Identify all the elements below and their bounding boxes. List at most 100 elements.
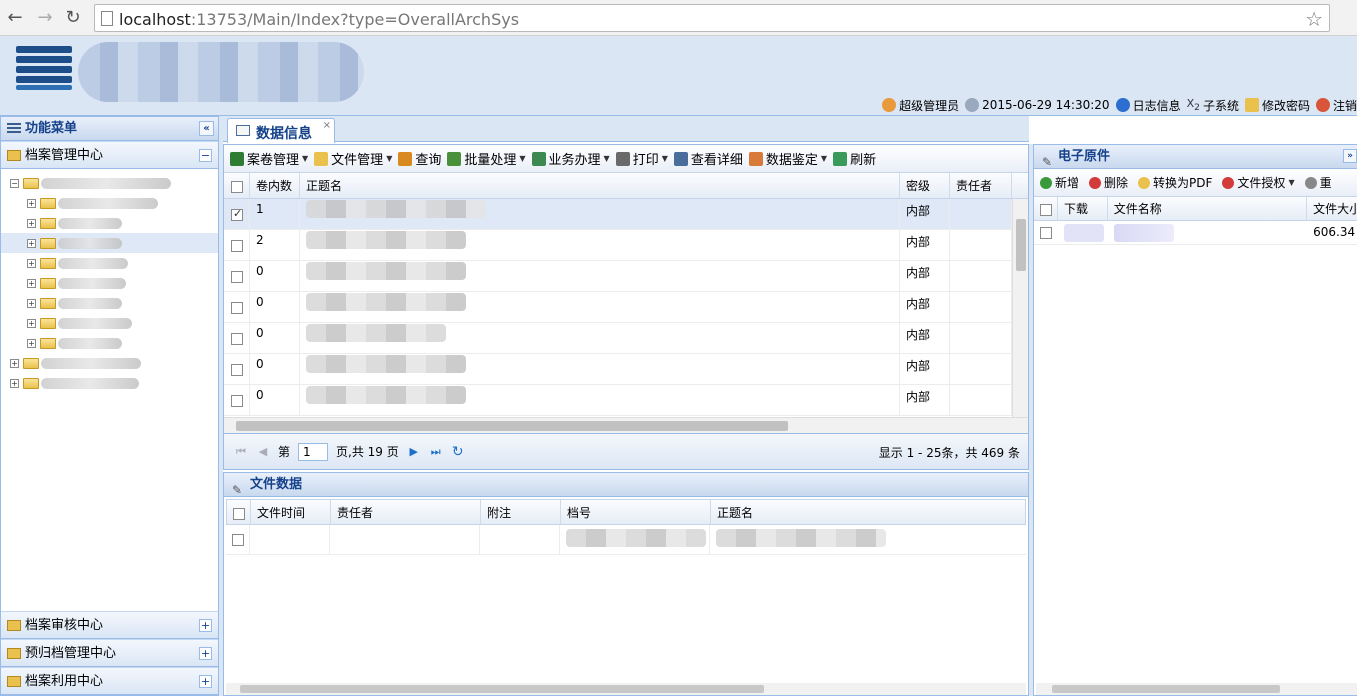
- col-header-file-archive-no[interactable]: 档号: [561, 500, 711, 524]
- toolbar-button-4[interactable]: 业务办理 ▼: [531, 149, 610, 168]
- table-row[interactable]: 1 内部: [224, 199, 1028, 230]
- checkbox-icon[interactable]: [231, 207, 243, 221]
- row-checkbox[interactable]: [224, 354, 250, 384]
- accordion-expand-icon[interactable]: +: [199, 675, 212, 688]
- checkbox-icon[interactable]: [231, 270, 243, 283]
- tree-node[interactable]: +: [1, 273, 218, 293]
- rp-toolbar-button-4[interactable]: 重: [1304, 174, 1332, 191]
- accordion-expand-icon[interactable]: +: [199, 619, 212, 632]
- row-checkbox[interactable]: [224, 199, 250, 229]
- accordion-collapse-icon[interactable]: −: [199, 149, 212, 162]
- toolbar-button-6[interactable]: 查看详细: [673, 149, 743, 168]
- tree-expand-icon[interactable]: +: [27, 339, 36, 348]
- first-page-icon[interactable]: ⏮: [234, 445, 248, 459]
- checkbox-icon[interactable]: [231, 363, 243, 376]
- table-row[interactable]: 606.34: [1034, 221, 1357, 245]
- toolbar-button-7[interactable]: 数据鉴定 ▼: [748, 149, 827, 168]
- table-row[interactable]: 2 内部: [224, 230, 1028, 261]
- prev-page-icon[interactable]: ◀: [256, 445, 270, 459]
- toolbar-button-1[interactable]: 文件管理 ▼: [314, 149, 392, 168]
- col-header-responsible[interactable]: 责任者: [950, 173, 1012, 198]
- accordion-pre-archive[interactable]: 预归档管理中心 +: [1, 639, 218, 667]
- toolbar-button-5[interactable]: 打印 ▼: [615, 149, 668, 168]
- tree-node[interactable]: +: [1, 253, 218, 273]
- file-select-all-checkbox[interactable]: [227, 500, 251, 524]
- cell-download-redacted[interactable]: [1058, 221, 1108, 244]
- forward-arrow-icon[interactable]: →: [34, 7, 56, 29]
- pager-refresh-icon[interactable]: ↻: [451, 445, 465, 459]
- tab-data-info[interactable]: 数据信息 ×: [227, 118, 335, 143]
- table-row[interactable]: [226, 525, 1026, 555]
- tree-expand-icon[interactable]: +: [10, 359, 19, 368]
- col-header-file-size[interactable]: 文件大小: [1307, 197, 1357, 220]
- change-password-link[interactable]: 修改密码: [1244, 97, 1310, 114]
- tree-node[interactable]: +: [1, 213, 218, 233]
- collapse-left-button[interactable]: «: [199, 121, 214, 136]
- last-page-icon[interactable]: ⏭: [429, 445, 443, 459]
- tree-collapse-icon[interactable]: −: [10, 179, 19, 188]
- table-row[interactable]: 0 内部: [224, 292, 1028, 323]
- checkbox-icon[interactable]: [1040, 226, 1052, 239]
- toolbar-button-0[interactable]: 案卷管理 ▼: [230, 149, 308, 168]
- col-header-title[interactable]: 正题名: [300, 173, 900, 198]
- tree-node[interactable]: +: [1, 353, 218, 373]
- accordion-expand-icon[interactable]: +: [199, 647, 212, 660]
- checkbox-icon[interactable]: [231, 239, 243, 252]
- tree-node[interactable]: +: [1, 193, 218, 213]
- rp-toolbar-button-3[interactable]: 文件授权 ▼: [1222, 174, 1295, 191]
- checkbox-icon[interactable]: [232, 533, 244, 546]
- toolbar-button-8[interactable]: 刷新: [833, 149, 876, 168]
- row-checkbox[interactable]: [224, 323, 250, 353]
- reload-icon[interactable]: ↻: [62, 7, 84, 29]
- accordion-archive-management[interactable]: 档案管理中心 −: [1, 141, 218, 169]
- checkbox-icon[interactable]: [1040, 203, 1052, 216]
- page-number-input[interactable]: [298, 442, 329, 461]
- col-header-file-title[interactable]: 正题名: [711, 500, 1025, 524]
- address-bar[interactable]: localhost:13753/Main/Index?type=OverallA…: [94, 4, 1330, 32]
- rp-toolbar-button-1[interactable]: 删除: [1089, 174, 1128, 191]
- rp-toolbar-button-2[interactable]: 转换为PDF: [1138, 174, 1212, 191]
- tree-expand-icon[interactable]: +: [27, 259, 36, 268]
- tab-close-icon[interactable]: ×: [323, 120, 331, 131]
- row-checkbox[interactable]: [226, 525, 250, 554]
- checkbox-icon[interactable]: [231, 301, 243, 314]
- rp-select-all-checkbox[interactable]: [1034, 197, 1058, 220]
- tree-node[interactable]: −: [1, 173, 218, 193]
- table-row[interactable]: 0 内部: [224, 261, 1028, 292]
- toolbar-button-3[interactable]: 批量处理 ▼: [447, 149, 526, 168]
- grid-horizontal-scrollbar[interactable]: [224, 417, 1028, 433]
- toolbar-button-2[interactable]: 查询: [398, 149, 441, 168]
- table-row[interactable]: 0 内部: [224, 354, 1028, 385]
- col-header-file-note[interactable]: 附注: [481, 500, 561, 524]
- col-header-count[interactable]: 卷内数: [250, 173, 300, 198]
- checkbox-icon[interactable]: [231, 180, 243, 193]
- next-page-icon[interactable]: ▶: [407, 445, 421, 459]
- checkbox-icon[interactable]: [231, 332, 243, 345]
- row-checkbox[interactable]: [224, 292, 250, 322]
- col-header-secret[interactable]: 密级: [900, 173, 950, 198]
- checkbox-icon[interactable]: [231, 394, 243, 407]
- table-row[interactable]: 0 内部: [224, 323, 1028, 354]
- back-arrow-icon[interactable]: ←: [4, 7, 26, 29]
- tree-expand-icon[interactable]: +: [27, 199, 36, 208]
- col-header-file-name[interactable]: 文件名称: [1108, 197, 1308, 220]
- subsystem-link[interactable]: X2 子系统: [1187, 97, 1239, 114]
- tree-expand-icon[interactable]: +: [27, 239, 36, 248]
- row-checkbox[interactable]: [224, 230, 250, 260]
- rp-toolbar-button-0[interactable]: 新增: [1040, 174, 1079, 191]
- grid-vertical-scrollbar[interactable]: [1012, 199, 1028, 417]
- tree-node[interactable]: +: [1, 333, 218, 353]
- col-header-file-responsible[interactable]: 责任者: [331, 500, 481, 524]
- col-header-download[interactable]: 下载: [1058, 197, 1108, 220]
- row-checkbox[interactable]: [224, 261, 250, 291]
- expand-right-button[interactable]: »: [1343, 149, 1357, 163]
- tree-node[interactable]: +: [1, 313, 218, 333]
- tree-expand-icon[interactable]: +: [27, 299, 36, 308]
- select-all-checkbox[interactable]: [224, 173, 250, 198]
- user-info[interactable]: 超级管理员: [882, 97, 959, 114]
- accordion-archive-usage[interactable]: 档案利用中心 +: [1, 667, 218, 695]
- accordion-archive-review[interactable]: 档案审核中心 +: [1, 611, 218, 639]
- log-info-link[interactable]: 日志信息: [1115, 97, 1181, 114]
- file-horizontal-scrollbar[interactable]: [226, 683, 1026, 695]
- row-checkbox[interactable]: [1034, 221, 1058, 244]
